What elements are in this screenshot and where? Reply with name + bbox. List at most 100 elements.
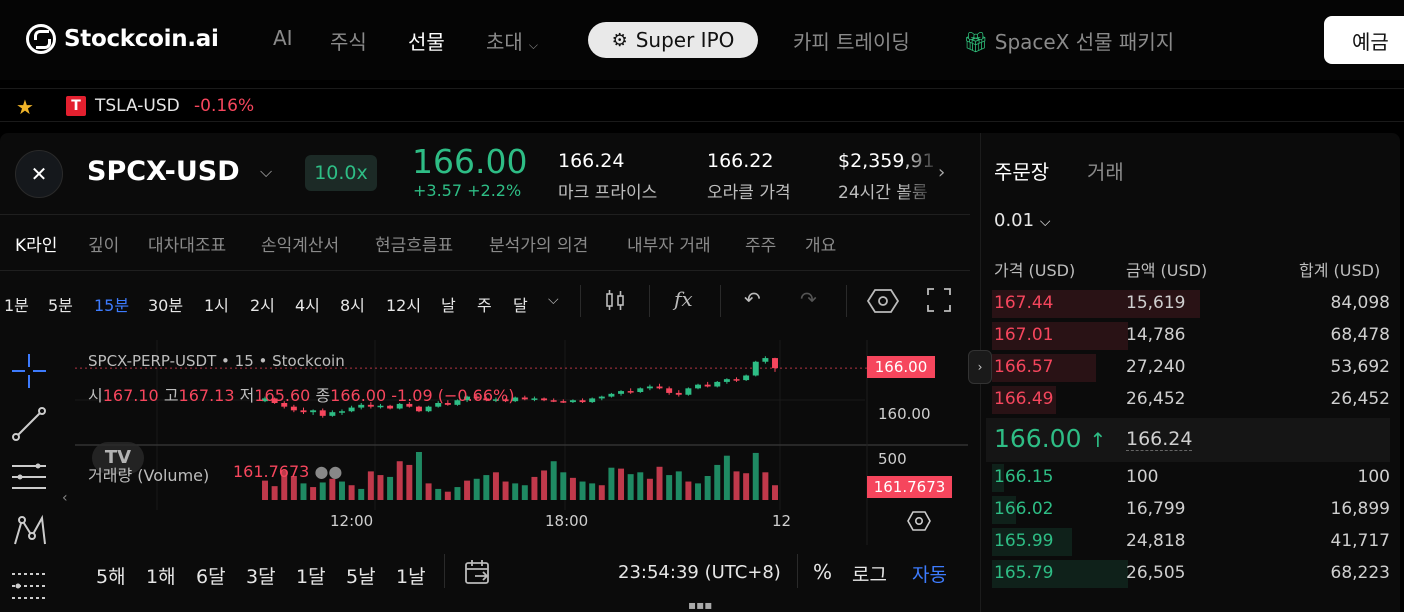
axis-settings-icon[interactable] (906, 510, 932, 537)
tab-shareholders[interactable]: 주주 (745, 231, 776, 256)
fib-tool-icon[interactable] (10, 568, 48, 608)
nav-ai[interactable]: AI (273, 26, 293, 50)
volume-bar (406, 464, 413, 500)
ask-row[interactable]: 166.57 27,240 53,692 (980, 352, 1400, 382)
interval-1h[interactable]: 1시 (204, 292, 229, 316)
price-chart[interactable] (75, 340, 968, 545)
interval-5m[interactable]: 5분 (48, 292, 73, 316)
candle (598, 396, 605, 399)
nav-invite[interactable]: 초대 ⌵ (486, 26, 538, 55)
nav-spacex-package[interactable]: 🎁︎ SpaceX 선물 패키지 (963, 26, 1174, 55)
tab-income-statement[interactable]: 손익계산서 (261, 231, 339, 256)
tab-kline[interactable]: K라인 (15, 231, 57, 256)
interval-day[interactable]: 날 (441, 292, 456, 316)
volume-bar (271, 486, 278, 500)
candle (666, 388, 673, 393)
volume-bar (415, 452, 422, 500)
redo-icon[interactable]: ↷ (800, 287, 817, 311)
tab-depth[interactable]: 깊이 (88, 231, 119, 256)
super-ipo-button[interactable]: ⚙ Super IPO (588, 22, 758, 58)
interval-1m[interactable]: 1분 (4, 292, 29, 316)
interval-2h[interactable]: 2시 (250, 292, 275, 316)
volume-value: 161.7673 ●● (233, 462, 343, 481)
volume-bar (723, 455, 730, 500)
calendar-range-icon[interactable] (463, 557, 493, 593)
interval-4h[interactable]: 4시 (295, 292, 320, 316)
range-1m[interactable]: 1달 (296, 562, 326, 589)
ask-row[interactable]: 167.01 14,786 68,478 (980, 320, 1400, 350)
oracle-price-label: 오라클 가격 (707, 183, 791, 203)
range-6m[interactable]: 6달 (196, 562, 226, 589)
leverage-badge[interactable]: 10.0x (305, 155, 377, 191)
nav-stocks[interactable]: 주식 (330, 26, 367, 55)
interval-12h[interactable]: 12시 (386, 292, 421, 316)
ticker-symbol[interactable]: SPCX-USD (87, 156, 240, 187)
range-5d[interactable]: 5날 (346, 562, 376, 589)
ask-amount: 15,619 (1126, 293, 1186, 313)
crosshair-icon[interactable] (10, 352, 48, 396)
volume-bar (396, 461, 403, 500)
nav-futures[interactable]: 선물 (408, 26, 445, 55)
chevron-right-icon[interactable]: › (938, 162, 945, 183)
interval-month[interactable]: 달 (513, 292, 528, 316)
low-value: 165.60 (254, 386, 311, 405)
tab-insider-trading[interactable]: 내부자 거래 (627, 231, 711, 256)
bid-amount: 16,799 (1126, 499, 1186, 519)
bid-total: 68,223 (1330, 563, 1390, 583)
watchlist-symbol[interactable]: TSLA-USD (95, 96, 180, 116)
ask-row[interactable]: 167.44 15,619 84,098 (980, 288, 1400, 318)
auto-scale-toggle[interactable]: 자동 (912, 560, 947, 587)
interval-week[interactable]: 주 (477, 292, 492, 316)
header-amount: 금액 (USD) (1126, 261, 1208, 280)
pattern-tool-icon[interactable] (10, 512, 48, 556)
range-5y[interactable]: 5해 (96, 562, 126, 589)
ask-total: 26,452 (1330, 389, 1390, 409)
close-value: 166.00 (330, 386, 387, 405)
logo-icon (26, 24, 56, 54)
log-scale-toggle[interactable]: 로그 (852, 560, 887, 587)
horizontal-lines-icon[interactable] (10, 460, 48, 500)
interval-8h[interactable]: 8시 (340, 292, 365, 316)
ask-price: 166.49 (994, 389, 1054, 409)
trend-line-icon[interactable] (10, 405, 48, 449)
bid-row[interactable]: 166.15 100 100 (980, 462, 1400, 492)
percent-scale-toggle[interactable]: % (813, 560, 832, 584)
candlestick-type-icon[interactable] (603, 287, 629, 318)
bid-row[interactable]: 165.79 26,505 68,223 (980, 558, 1400, 588)
tab-analyst-opinion[interactable]: 분석가의 의견 (489, 231, 588, 256)
nav-copy-trading[interactable]: 카피 트레이딩 (793, 26, 910, 55)
indicators-icon[interactable]: fx (674, 287, 693, 311)
fullscreen-icon[interactable] (926, 287, 952, 318)
brand-logo[interactable]: Stockcoin.ai (26, 24, 219, 54)
tab-overview[interactable]: 개요 (805, 231, 836, 256)
bid-row[interactable]: 166.02 16,799 16,899 (980, 494, 1400, 524)
bid-row[interactable]: 165.99 24,818 41,717 (980, 526, 1400, 556)
range-1d[interactable]: 1날 (396, 562, 426, 589)
ask-row[interactable]: 166.49 26,452 26,452 (980, 384, 1400, 414)
chevron-left-icon[interactable]: ‹ (62, 490, 68, 506)
volume-y-tick-label: 500 (878, 450, 907, 468)
range-3m[interactable]: 3달 (246, 562, 276, 589)
undo-icon[interactable]: ↶ (744, 287, 761, 311)
volume-axis-tag: 161.7673 (867, 476, 952, 498)
volume-bar (454, 487, 461, 500)
precision-select[interactable]: 0.01 ⌵ (994, 210, 1050, 231)
volume-value-text: 161.7673 (233, 462, 310, 481)
tab-balance-sheet[interactable]: 대차대조표 (148, 231, 226, 256)
gift-icon: 🎁︎ (963, 30, 989, 54)
interval-15m[interactable]: 15분 (94, 292, 129, 316)
volume-bar (358, 488, 365, 500)
range-1y[interactable]: 1해 (146, 562, 176, 589)
ask-total: 68,478 (1330, 325, 1390, 345)
resize-handle-icon[interactable]: ▪▪▪ (688, 598, 712, 612)
interval-30m[interactable]: 30분 (148, 292, 183, 316)
chevron-down-icon[interactable]: ⌵ (548, 292, 559, 308)
tab-orderbook[interactable]: 주문장 (994, 156, 1049, 185)
tab-trades[interactable]: 거래 (1087, 156, 1124, 185)
star-icon[interactable]: ★ (16, 95, 34, 119)
tab-cash-flow[interactable]: 현금흐름표 (375, 231, 453, 256)
chevron-down-icon[interactable]: ⌵ (260, 162, 272, 182)
candle (704, 384, 711, 387)
deposit-button[interactable]: 예금 (1324, 16, 1404, 64)
settings-hex-icon[interactable] (866, 287, 900, 320)
